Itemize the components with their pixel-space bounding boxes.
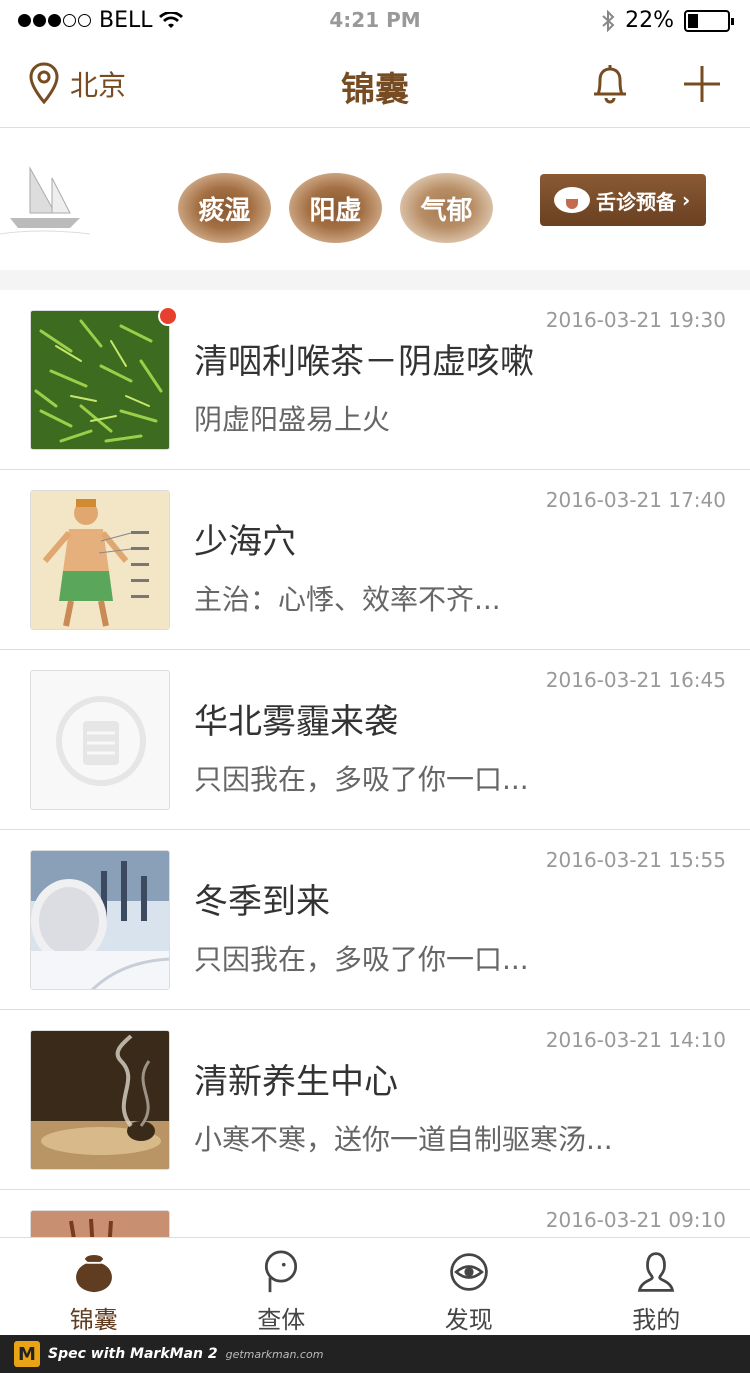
article-subtitle: 只因我在，多吸了你一口... xyxy=(194,943,529,976)
tab-chati[interactable]: 查体 xyxy=(188,1238,376,1335)
tab-label: 锦囊 xyxy=(69,1306,118,1334)
nav-bar: 北京 锦囊 xyxy=(0,40,750,128)
tongue-button-label: 舌诊预备 xyxy=(596,189,676,214)
article-subtitle: 阴虚阳盛易上火 xyxy=(194,403,391,436)
list-item[interactable]: 冬季到来 只因我在，多吸了你一口... 2016-03-21 15:55 xyxy=(0,830,750,1010)
category-label: 气郁 xyxy=(420,195,473,226)
category-qiyu[interactable]: 气郁 xyxy=(400,173,493,243)
markman-site: getmarkman.com xyxy=(225,1347,324,1361)
thumbnail-acupoint-figure xyxy=(30,490,170,630)
article-title: 清咽利喉茶－阴虚咳嗽 xyxy=(194,342,534,382)
article-time: 2016-03-21 15:55 xyxy=(545,848,726,872)
unread-badge xyxy=(158,306,178,326)
category-tanshi[interactable]: 痰湿 xyxy=(178,173,271,243)
article-time: 2016-03-21 14:10 xyxy=(545,1028,726,1052)
article-title: 清新养生中心 xyxy=(194,1062,398,1102)
markman-logo-icon: M xyxy=(14,1341,40,1367)
list-item[interactable]: 华北雾霾来袭 只因我在，多吸了你一口... 2016-03-21 16:45 xyxy=(0,650,750,830)
status-right: 22% xyxy=(601,8,734,33)
markman-brand: Spec with MarkMan 2 xyxy=(48,1346,218,1362)
article-time: 2016-03-21 19:30 xyxy=(545,308,726,332)
tongue-diagnosis-button[interactable]: 舌诊预备 › xyxy=(540,174,706,226)
thumbnail-snow-tree xyxy=(30,850,170,990)
section-divider xyxy=(0,270,750,290)
battery-percent: 22% xyxy=(625,8,674,33)
article-title: 少海穴 xyxy=(194,522,296,562)
thumbnail-placeholder-logo xyxy=(30,670,170,810)
list-item[interactable]: 清咽利喉茶－阴虚咳嗽 阴虚阳盛易上火 2016-03-21 19:30 xyxy=(0,290,750,470)
tab-label: 我的 xyxy=(632,1306,681,1334)
thumbnail-incense xyxy=(30,1030,170,1170)
article-subtitle: 小寒不寒，送你一道自制驱寒汤... xyxy=(194,1123,613,1156)
add-icon[interactable] xyxy=(680,62,724,106)
bell-icon[interactable] xyxy=(590,62,630,106)
category-banner: 痰湿 阳虚 气郁 舌诊预备 › xyxy=(0,128,750,270)
user-icon xyxy=(638,1252,675,1292)
markman-footer: M Spec with MarkMan 2 getmarkman.com xyxy=(0,1335,750,1373)
category-yangxu[interactable]: 阳虚 xyxy=(289,173,382,243)
pouch-icon xyxy=(75,1255,112,1293)
tab-label: 发现 xyxy=(444,1306,493,1334)
tab-label: 查体 xyxy=(257,1306,306,1334)
article-time: 2016-03-21 09:10 xyxy=(545,1208,726,1232)
category-label: 痰湿 xyxy=(198,195,251,226)
body-check-icon xyxy=(265,1250,298,1293)
article-time: 2016-03-21 16:45 xyxy=(545,668,726,692)
article-title: 冬季到来 xyxy=(194,882,330,922)
tongue-icon xyxy=(554,187,590,213)
tab-bar: 锦囊 查体 发现 我的 xyxy=(0,1237,750,1335)
page-title: 锦囊 xyxy=(341,70,409,110)
tab-faxian[interactable]: 发现 xyxy=(375,1238,563,1335)
article-time: 2016-03-21 17:40 xyxy=(545,488,726,512)
eye-icon xyxy=(449,1253,488,1291)
article-title: 华北雾霾来袭 xyxy=(194,702,398,742)
chevron-right-icon: › xyxy=(682,188,691,212)
status-bar: BELL 4:21 PM 22% xyxy=(0,0,750,40)
tab-wode[interactable]: 我的 xyxy=(563,1238,750,1335)
list-item[interactable]: 少海穴 主治：心悸、效率不齐... 2016-03-21 17:40 xyxy=(0,470,750,650)
battery-icon xyxy=(684,9,734,32)
ink-boat-illustration xyxy=(0,166,90,235)
article-subtitle: 主治：心悸、效率不齐... xyxy=(194,583,501,616)
article-list: 清咽利喉茶－阴虚咳嗽 阴虚阳盛易上火 2016-03-21 19:30 少海穴 … xyxy=(0,290,750,1370)
thumbnail-green-tea xyxy=(30,310,170,450)
category-label: 阳虚 xyxy=(309,195,362,226)
list-item[interactable]: 清新养生中心 小寒不寒，送你一道自制驱寒汤... 2016-03-21 14:1… xyxy=(0,1010,750,1190)
article-subtitle: 只因我在，多吸了你一口... xyxy=(194,763,529,796)
bluetooth-icon xyxy=(602,9,615,32)
tab-jinnang[interactable]: 锦囊 xyxy=(0,1238,188,1335)
